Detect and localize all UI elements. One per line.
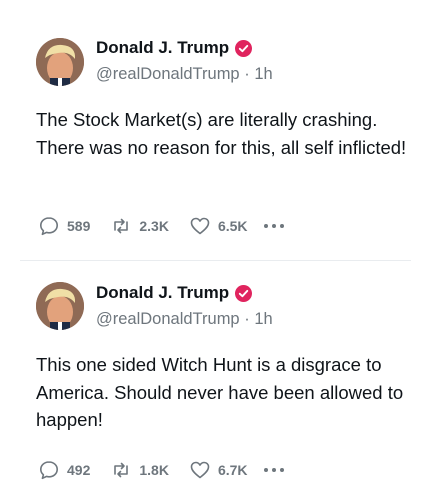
post-actions: 492 1.8K 6.7K	[38, 459, 284, 481]
reply-count: 492	[67, 462, 91, 478]
reply-button[interactable]: 492	[38, 459, 90, 481]
heart-icon	[190, 461, 210, 479]
post-text: This one sided Witch Hunt is a disgrace …	[36, 354, 404, 430]
repost-count: 1.8K	[139, 462, 169, 478]
author-name[interactable]: Donald J. Trump	[96, 283, 229, 303]
post-meta: @realDonaldTrump · 1h	[96, 310, 273, 329]
author-handle[interactable]: @realDonaldTrump	[96, 310, 240, 328]
reply-icon	[40, 461, 58, 480]
like-button[interactable]: 6.7K	[189, 459, 248, 481]
meta-separator: ·	[244, 310, 250, 328]
like-count: 6.7K	[217, 462, 248, 478]
repost-icon	[114, 462, 129, 478]
post-card[interactable]: Donald J. Trump @realDonaldTrump · 1h Th…	[0, 0, 431, 500]
post-header: Donald J. Trump @realDonaldTrump · 1h	[96, 283, 273, 329]
verified-badge-icon	[235, 284, 253, 302]
post-feed: Donald J. Trump @realDonaldTrump · 1h Th…	[0, 0, 431, 500]
avatar[interactable]	[36, 282, 84, 330]
post-time[interactable]: 1h	[254, 310, 272, 328]
repost-button[interactable]: 1.8K	[110, 459, 169, 481]
more-dots-icon[interactable]	[263, 468, 284, 472]
